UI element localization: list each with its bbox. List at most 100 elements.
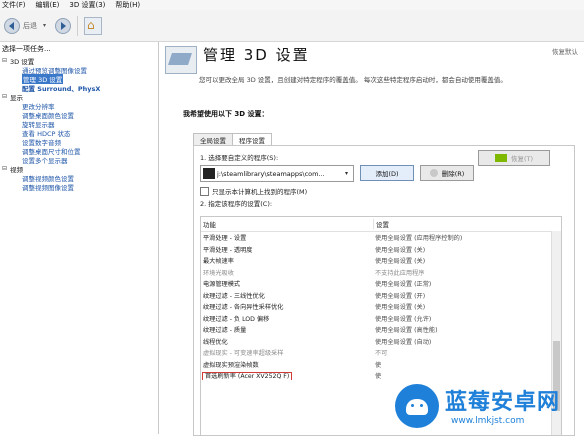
home-icon[interactable] xyxy=(84,16,102,35)
feature-text: 纹理过滤 - 各向异性采样优化 xyxy=(203,304,284,312)
setting-cell[interactable]: 使用全局设置 (关) xyxy=(373,302,545,311)
setting-cell[interactable]: 不可 xyxy=(373,348,545,357)
setting-cell[interactable]: 使用全局设置 (开) xyxy=(373,291,545,300)
setting-cell[interactable]: 使用全局设置 (关) xyxy=(373,256,545,265)
feature-cell: 电源管理模式 xyxy=(201,279,373,288)
table-row[interactable]: 线程优化 使用全局设置 (自动) xyxy=(201,336,561,348)
forward-button[interactable] xyxy=(55,17,71,34)
table-row[interactable]: 纹理过滤 - 负 LOD 偏移 使用全局设置 (允许) xyxy=(201,313,561,325)
setting-cell[interactable]: 不支持此应用程序 xyxy=(373,268,545,277)
watermark-logo-icon xyxy=(395,384,439,428)
page-description: 您可以更改全局 3D 设置，且创建对特定程序的覆盖值。 每次这些特定程序启动时，… xyxy=(199,76,507,84)
sidebar-item-multi-display[interactable]: 设置多个显示器 xyxy=(0,155,158,165)
table-row[interactable]: 平滑处理 - 透明度 使用全局设置 (关) xyxy=(201,244,561,256)
feature-cell: 环境光吸收 xyxy=(201,268,373,277)
menu-help[interactable]: 帮助(H) xyxy=(115,0,140,10)
feature-text: 纹理过滤 - 三线性优化 xyxy=(203,292,265,300)
feature-cell: 纹理过滤 - 质量 xyxy=(201,325,373,334)
menu-bar: 文件(F) 编辑(E) 3D 设置(3) 帮助(H) xyxy=(0,0,584,10)
back-label[interactable]: 后退 xyxy=(23,21,37,31)
feature-text: 电源管理模式 xyxy=(203,281,241,289)
setting-cell[interactable]: 使 xyxy=(373,371,545,380)
program-select-value: j:\steamlibrary\steamapps\com... xyxy=(217,169,325,178)
setting-cell[interactable]: 使用全局设置 (自动) xyxy=(373,337,545,346)
feature-cell: 线程优化 xyxy=(201,337,373,346)
feature-cell: 纹理过滤 - 各向异性采样优化 xyxy=(201,302,373,311)
page-title: 管理 3D 设置 xyxy=(203,46,310,64)
feature-text: 最大帧速率 xyxy=(203,258,234,266)
setting-cell[interactable]: 使用全局设置 (关) xyxy=(373,245,545,254)
table-row[interactable]: 纹理过滤 - 三线性优化 使用全局设置 (开) xyxy=(201,290,561,302)
collapse-icon[interactable]: ⊟ xyxy=(2,57,8,64)
sidebar-item-video-image[interactable]: 调整视频图像设置 xyxy=(0,182,158,192)
feature-text: 线程优化 xyxy=(203,338,228,346)
sidebar: 选择一项任务... ⊟ 3D 设置 通过预览调整图像设置 管理 3D 设置 配置 … xyxy=(0,42,159,434)
chevron-down-icon[interactable]: ▾ xyxy=(43,22,51,30)
sidebar-item-surround-physx[interactable]: 配置 Surround、PhysX xyxy=(0,83,158,93)
table-header: 功能 设置 xyxy=(201,217,561,232)
program-select[interactable]: j:\steamlibrary\steamapps\com... ▾ xyxy=(200,165,354,182)
feature-text: 虚拟现实预渲染帧数 xyxy=(203,361,259,369)
feature-cell: 虚拟现实预渲染帧数 xyxy=(201,360,373,369)
feature-cell: 平滑处理 - 透明度 xyxy=(201,245,373,254)
sidebar-header: 选择一项任务... xyxy=(2,45,51,53)
table-body: 平滑处理 - 设置 使用全局设置 (应用程序控制的) 平滑处理 - 透明度 使用全局设… xyxy=(201,232,561,382)
android-face-icon xyxy=(406,399,428,415)
remove-icon xyxy=(429,169,438,177)
feature-text: 首选刷新率 (Acer XV252Q F) xyxy=(201,372,293,381)
remove-button[interactable]: 删除(R) xyxy=(420,165,474,181)
table-row[interactable]: 纹理过滤 - 质量 使用全局设置 (高性能) xyxy=(201,324,561,336)
menu-file[interactable]: 文件(F) xyxy=(2,0,26,10)
restore-button[interactable]: 恢复(T) xyxy=(478,150,550,166)
section-heading: 我希望使用以下 3D 设置： xyxy=(183,110,269,118)
table-row[interactable]: 首选刷新率 (Acer XV252Q F) 使 xyxy=(201,370,561,382)
tab-global-settings[interactable]: 全局设置 xyxy=(193,133,233,145)
table-row[interactable]: 平滑处理 - 设置 使用全局设置 (应用程序控制的) xyxy=(201,232,561,244)
nvidia-icon xyxy=(494,154,507,162)
menu-edit[interactable]: 编辑(E) xyxy=(36,0,60,10)
show-local-programs-checkbox[interactable] xyxy=(200,186,209,196)
main-panel: 管理 3D 设置 恢复默认 您可以更改全局 3D 设置，且创建对特定程序的覆盖值… xyxy=(159,42,584,436)
table-row[interactable]: 虚拟现实预渲染帧数 使 xyxy=(201,359,561,371)
feature-text: 平滑处理 - 透明度 xyxy=(203,246,253,254)
column-header-setting: 设置 xyxy=(373,219,546,229)
restore-defaults-link[interactable]: 恢复默认 xyxy=(552,46,578,56)
setting-cell[interactable]: 使 xyxy=(373,360,545,369)
feature-cell: 虚拟现实 - 可变速率超级采样 xyxy=(201,348,373,357)
feature-cell: 纹理过滤 - 负 LOD 偏移 xyxy=(201,314,373,323)
feature-text: 平滑处理 - 设置 xyxy=(203,235,247,243)
table-row[interactable]: 虚拟现实 - 可变速率超级采样 不可 xyxy=(201,347,561,359)
checkbox-label: 只显示本计算机上找到的程序(M) xyxy=(212,188,308,196)
logo-eye xyxy=(411,404,414,407)
program-icon xyxy=(203,168,215,179)
setting-cell[interactable]: 使用全局设置 (允许) xyxy=(373,314,545,323)
setting-cell[interactable]: 使用全局设置 (高性能) xyxy=(373,325,545,334)
feature-cell: 平滑处理 - 设置 xyxy=(201,233,373,242)
table-row[interactable]: 环境光吸收 不支持此应用程序 xyxy=(201,267,561,279)
collapse-icon[interactable]: ⊟ xyxy=(2,93,8,100)
chevron-down-icon[interactable]: ▾ xyxy=(345,170,353,177)
table-row[interactable]: 纹理过滤 - 各向异性采样优化 使用全局设置 (关) xyxy=(201,301,561,313)
table-row[interactable]: 电源管理模式 使用全局设置 (正常) xyxy=(201,278,561,290)
task-tree: ⊟ 3D 设置 通过预览调整图像设置 管理 3D 设置 配置 Surround、P… xyxy=(0,56,158,192)
logo-eye xyxy=(420,404,423,407)
table-row[interactable]: 最大帧速率 使用全局设置 (关) xyxy=(201,255,561,267)
collapse-icon[interactable]: ⊟ xyxy=(2,165,8,172)
feature-text: 虚拟现实 - 可变速率超级采样 xyxy=(203,350,284,358)
feature-text: 环境光吸收 xyxy=(203,269,234,277)
step2-label: 2. 指定该程序的设置(C): xyxy=(200,200,273,208)
feature-cell: 最大帧速率 xyxy=(201,256,373,265)
3d-settings-icon xyxy=(165,46,197,74)
add-button[interactable]: 添加(D) xyxy=(360,165,414,181)
show-local-programs-option[interactable]: 只显示本计算机上找到的程序(M) xyxy=(200,186,307,196)
toolbar-divider xyxy=(77,15,78,36)
watermark-title: 蓝莓安卓网 xyxy=(445,390,561,415)
feature-text: 纹理过滤 - 质量 xyxy=(203,327,247,335)
feature-text: 纹理过滤 - 负 LOD 偏移 xyxy=(203,315,270,323)
menu-3d-settings[interactable]: 3D 设置(3) xyxy=(69,0,105,10)
setting-cell[interactable]: 使用全局设置 (正常) xyxy=(373,279,545,288)
column-header-feature: 功能 xyxy=(203,221,216,229)
setting-cell[interactable]: 使用全局设置 (应用程序控制的) xyxy=(373,233,545,242)
back-button[interactable] xyxy=(4,17,20,34)
feature-cell: 纹理过滤 - 三线性优化 xyxy=(201,291,373,300)
